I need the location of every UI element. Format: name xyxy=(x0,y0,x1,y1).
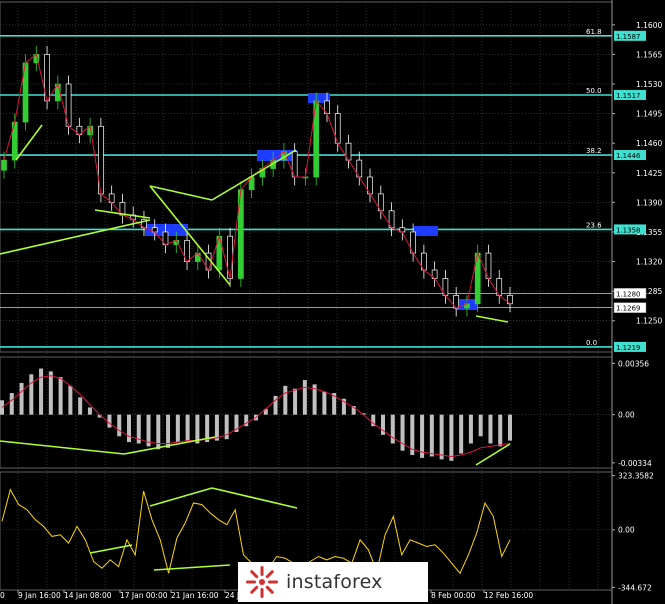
cci-tick-label: 0.00 xyxy=(618,526,635,535)
macd-bar xyxy=(293,388,298,415)
macd-bar xyxy=(478,414,483,437)
macd-bar xyxy=(87,407,92,415)
current-price-label: 1.1280 xyxy=(616,290,641,298)
macd-bar xyxy=(19,382,24,415)
time-tick-label: 0 xyxy=(0,591,5,600)
price-tick-label: 1.1390 xyxy=(636,198,662,207)
macd-bar xyxy=(283,385,288,415)
macd-tick-label: 0.00 xyxy=(618,411,635,420)
watermark-text: instaforex xyxy=(286,571,383,593)
instaforex-watermark: instaforex xyxy=(238,562,428,602)
cci-tick-label: -344.672 xyxy=(618,583,652,592)
fib-ratio-label: 50.0 xyxy=(586,87,602,95)
macd-bar xyxy=(107,414,112,428)
macd-bar xyxy=(29,374,34,415)
price-tick-label: 1.1460 xyxy=(636,139,662,148)
fib-price-label: 1.1219 xyxy=(616,344,641,352)
time-tick-label: 21 Jan 16:00 xyxy=(171,591,219,600)
zone-box xyxy=(414,226,438,236)
time-tick-label: 12 Feb 16:00 xyxy=(484,591,533,600)
fib-ratio-label: 0.0 xyxy=(586,339,597,347)
fib-price-label: 1.1517 xyxy=(616,92,641,100)
macd-bar xyxy=(58,377,63,415)
chart-background xyxy=(0,0,665,604)
macd-bar xyxy=(175,414,180,443)
fib-price-label: 1.1587 xyxy=(616,33,641,41)
price-tick-label: 1.1320 xyxy=(636,258,662,267)
time-tick-label: 14 Jan 08:00 xyxy=(64,591,112,600)
price-tick-label: 1.1565 xyxy=(636,50,662,59)
macd-bar xyxy=(68,385,73,415)
candle-body xyxy=(1,159,7,171)
macd-bar xyxy=(48,371,53,415)
fib-ratio-label: 23.6 xyxy=(586,221,602,229)
time-tick-label: 8 Feb 00:00 xyxy=(431,591,476,600)
macd-bar xyxy=(400,414,405,451)
macd-bar xyxy=(39,368,44,415)
macd-bar xyxy=(214,414,219,441)
macd-bar xyxy=(449,414,454,461)
macd-bar xyxy=(429,414,434,457)
fib-ratio-label: 61.8 xyxy=(586,28,602,36)
fib-price-label: 1.1358 xyxy=(616,226,641,234)
macd-bar xyxy=(185,414,190,441)
macd-bar xyxy=(390,414,395,444)
price-tick-label: 1.1495 xyxy=(636,110,662,119)
macd-bar xyxy=(468,414,473,444)
macd-tick-label: -0.00334 xyxy=(618,459,652,468)
trading-chart: 61.8 50.0 38.2 23.6 0.0 1.1600 1.1565 1.1530 1.… xyxy=(0,0,665,604)
macd-bar xyxy=(302,380,307,415)
macd-bar xyxy=(78,397,83,415)
macd-bar xyxy=(439,414,444,460)
current-price-label: 1.1269 xyxy=(616,305,641,313)
time-tick-label: 9 Jan 16:00 xyxy=(18,591,61,600)
macd-bar xyxy=(156,414,161,450)
macd-bar xyxy=(498,414,503,447)
instaforex-logo-icon xyxy=(246,566,278,598)
price-tick-label: 1.1425 xyxy=(636,169,662,178)
price-tick-label: 1.1530 xyxy=(636,80,662,89)
macd-bar xyxy=(508,414,512,441)
macd-bar xyxy=(322,391,327,415)
price-tick-label: 1.1250 xyxy=(636,317,662,326)
fib-ratio-label: 38.2 xyxy=(586,147,602,155)
zone-box xyxy=(257,150,297,161)
fib-price-label: 1.1446 xyxy=(616,152,641,160)
time-tick-label: 17 Jan 00:00 xyxy=(120,591,168,600)
macd-bar xyxy=(127,414,131,443)
macd-bar xyxy=(9,393,14,415)
macd-bar xyxy=(459,414,464,454)
macd-tick-label: 0.00356 xyxy=(618,359,649,368)
macd-bar xyxy=(488,414,493,444)
macd-bar xyxy=(117,414,122,437)
price-tick-label: 1.1600 xyxy=(636,21,662,30)
macd-bar xyxy=(195,414,200,444)
cci-tick-label: 323.3582 xyxy=(618,472,654,481)
